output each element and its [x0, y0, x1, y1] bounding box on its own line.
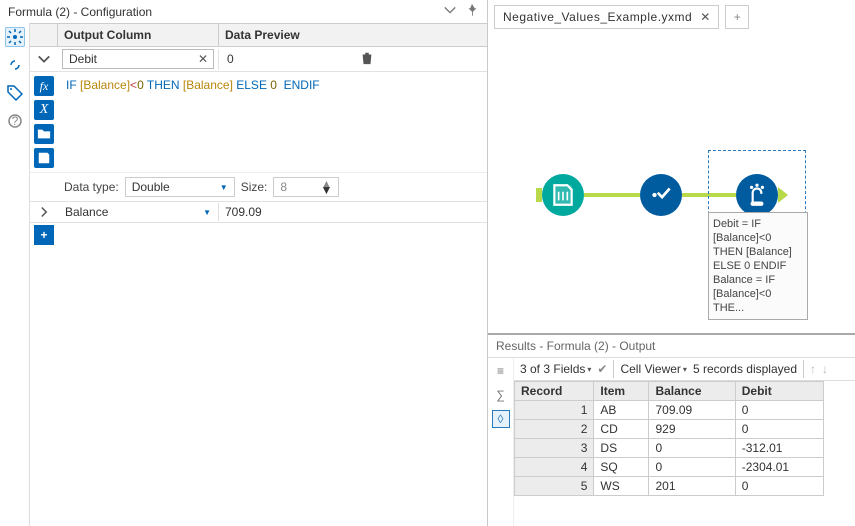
cell-debit: 0: [735, 420, 823, 439]
results-rail-sigma[interactable]: ∑: [492, 386, 510, 404]
new-tab-button[interactable]: +: [725, 5, 749, 29]
connector: [584, 193, 640, 197]
rail-config-icon[interactable]: [5, 27, 25, 47]
header-output-column: Output Column: [58, 24, 218, 46]
panel-titlebar: Formula (2) - Configuration: [0, 0, 487, 23]
fx-button[interactable]: fx: [34, 76, 54, 96]
folder-button[interactable]: [34, 124, 54, 144]
prev-record-button[interactable]: ↑: [810, 362, 816, 376]
rail-tag-icon[interactable]: [5, 83, 25, 103]
expand-toggle[interactable]: [30, 52, 58, 66]
records-summary: 5 records displayed: [693, 362, 797, 376]
formula-editor[interactable]: IF [Balance]<0 THEN [Balance] ELSE 0 END…: [58, 72, 487, 172]
col-debit[interactable]: Debit: [735, 382, 823, 401]
cell-record: 2: [515, 420, 594, 439]
tool-annotation: Debit = IF [Balance]<0 THEN [Balance] EL…: [708, 212, 808, 320]
col-balance[interactable]: Balance: [649, 382, 735, 401]
cell-item: CD: [594, 420, 649, 439]
cell-balance: 0: [649, 439, 735, 458]
cell-balance: 929: [649, 420, 735, 439]
save-button[interactable]: [34, 148, 54, 168]
cell-record: 5: [515, 477, 594, 496]
field-row-balance: Balance▼ 709.09: [30, 201, 487, 223]
configuration-panel: Formula (2) - Configuration ? Output Col…: [0, 0, 488, 526]
size-input[interactable]: 8 ▲▼: [273, 177, 339, 197]
tab-label: Negative_Values_Example.yxmd: [503, 10, 692, 24]
results-title: Results - Formula (2) - Output: [488, 335, 855, 358]
cell-debit: 0: [735, 401, 823, 420]
data-type-select[interactable]: Double▼: [125, 177, 235, 197]
rail-link-icon[interactable]: [5, 55, 25, 75]
table-header-row: Record Item Balance Debit: [515, 382, 824, 401]
col-item[interactable]: Item: [594, 382, 649, 401]
workflow-canvas[interactable]: Debit = IF [Balance]<0 THEN [Balance] EL…: [488, 34, 855, 334]
config-rail: ?: [0, 23, 30, 526]
cell-balance: 709.09: [649, 401, 735, 420]
tool-select[interactable]: [640, 174, 682, 216]
data-type-row: Data type: Double▼ Size: 8 ▲▼: [30, 172, 487, 201]
cell-balance: 201: [649, 477, 735, 496]
field-row-debit: ✕ 0: [30, 47, 487, 72]
collapse-icon[interactable]: [443, 3, 457, 20]
cell-viewer-dropdown[interactable]: Cell Viewer ▾: [620, 362, 686, 376]
data-type-label: Data type:: [58, 180, 125, 194]
results-rail-messages[interactable]: ≡: [492, 362, 510, 380]
panel-title: Formula (2) - Configuration: [8, 5, 152, 19]
expand-toggle-balance[interactable]: [30, 206, 58, 218]
header-data-preview: Data Preview: [218, 24, 487, 46]
cell-record: 1: [515, 401, 594, 420]
table-row[interactable]: 3DS0-312.01: [515, 439, 824, 458]
cell-debit: -312.01: [735, 439, 823, 458]
results-toolbar: 3 of 3 Fields ▾ ✔ Cell Viewer ▾ 5 record…: [514, 358, 855, 381]
table-row[interactable]: 5WS2010: [515, 477, 824, 496]
workflow-tabs: Negative_Values_Example.yxmd ✕ +: [488, 0, 855, 34]
size-label: Size:: [235, 180, 274, 194]
table-row[interactable]: 1AB709.090: [515, 401, 824, 420]
cell-debit: -2304.01: [735, 458, 823, 477]
tab-close-icon[interactable]: ✕: [700, 10, 710, 24]
var-x-button[interactable]: X: [34, 100, 54, 120]
table-row[interactable]: 2CD9290: [515, 420, 824, 439]
next-record-button[interactable]: ↓: [822, 362, 828, 376]
col-record[interactable]: Record: [515, 382, 594, 401]
balance-preview: 709.09: [218, 203, 487, 221]
cell-item: AB: [594, 401, 649, 420]
table-row[interactable]: 4SQ0-2304.01: [515, 458, 824, 477]
cell-record: 3: [515, 439, 594, 458]
fields-check-icon[interactable]: ✔: [597, 362, 607, 376]
clear-field-icon[interactable]: ✕: [198, 52, 208, 66]
balance-select[interactable]: Balance▼: [58, 202, 218, 222]
results-table: Record Item Balance Debit 1AB709.0902CD9…: [514, 381, 824, 496]
cell-item: DS: [594, 439, 649, 458]
output-column-input[interactable]: [62, 49, 214, 69]
add-field-button[interactable]: +: [34, 225, 54, 245]
cell-item: SQ: [594, 458, 649, 477]
tool-input[interactable]: [542, 174, 584, 216]
fields-dropdown[interactable]: 3 of 3 Fields ▾: [520, 362, 591, 376]
svg-text:?: ?: [11, 114, 18, 128]
results-rail-output[interactable]: ◊: [492, 410, 510, 428]
pin-icon[interactable]: [465, 3, 479, 20]
column-header-row: Output Column Data Preview: [30, 23, 487, 47]
tab-workflow[interactable]: Negative_Values_Example.yxmd ✕: [494, 5, 719, 29]
formula-row: fx X IF [Balance]<0 THEN [Balance] ELSE …: [30, 72, 487, 172]
delete-field-icon[interactable]: [356, 49, 483, 70]
tool-formula[interactable]: [736, 174, 778, 216]
cell-item: WS: [594, 477, 649, 496]
cell-record: 4: [515, 458, 594, 477]
results-panel: Results - Formula (2) - Output ≡ ∑ ◊ 3 o…: [488, 334, 855, 526]
data-preview-value: 0: [223, 50, 350, 68]
cell-debit: 0: [735, 477, 823, 496]
cell-balance: 0: [649, 458, 735, 477]
rail-help-icon[interactable]: ?: [5, 111, 25, 131]
results-rail: ≡ ∑ ◊: [488, 358, 514, 526]
